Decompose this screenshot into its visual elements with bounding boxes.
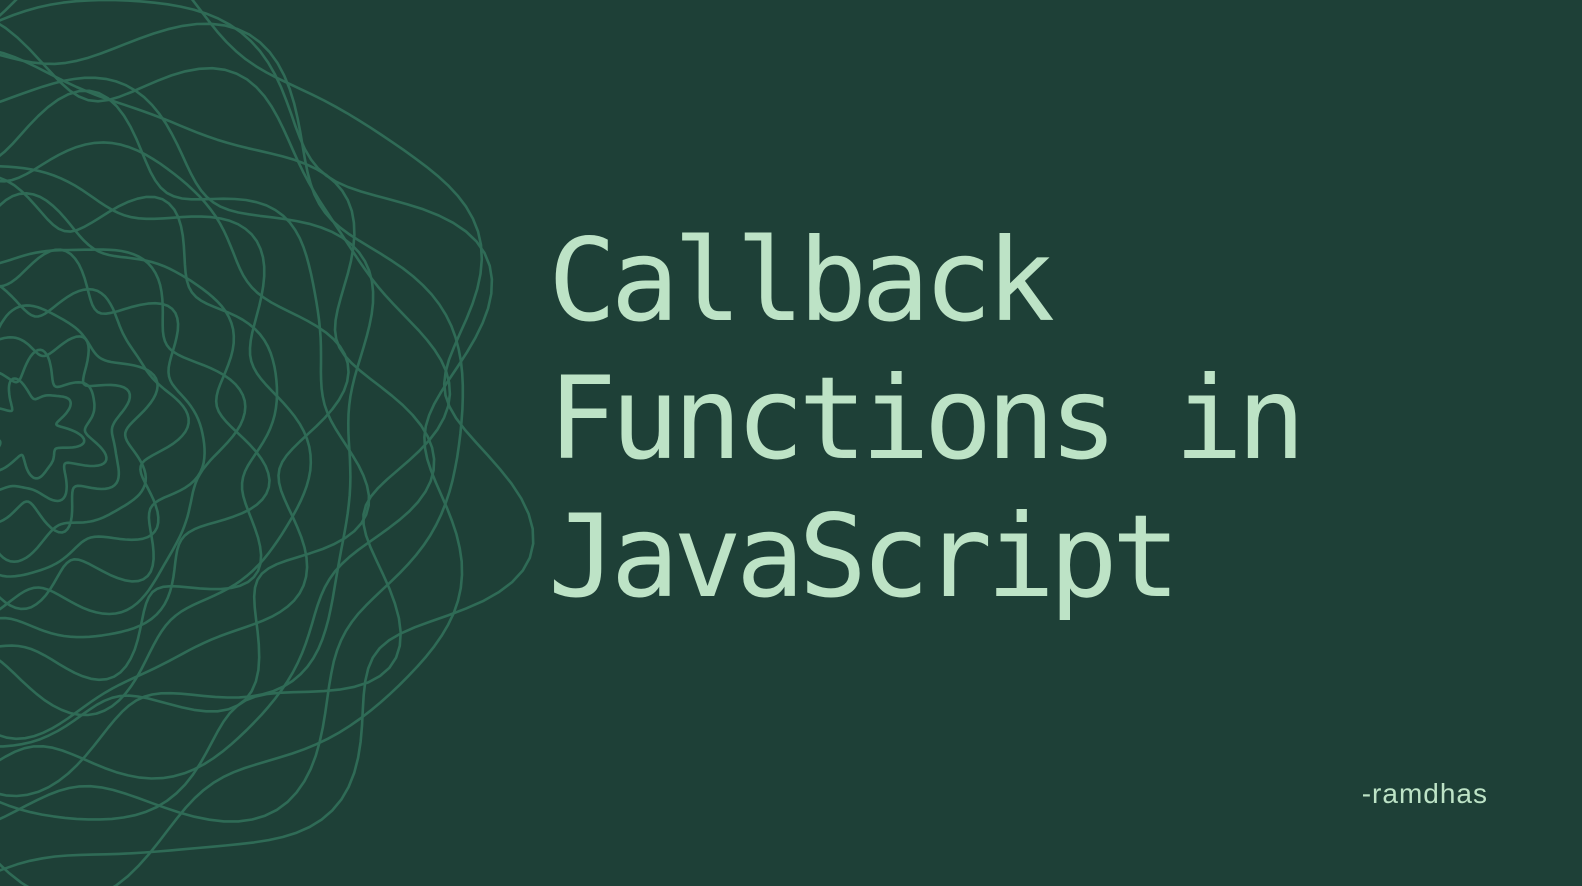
author-signature: -ramdhas <box>1361 778 1488 809</box>
wavy-ring-line <box>0 284 190 578</box>
wavy-ring-line <box>0 0 494 886</box>
wavy-ring-line <box>0 348 108 503</box>
wavy-ring-line <box>0 335 132 534</box>
slide-title: Callback Functions in JavaScript <box>548 212 1306 626</box>
title-line-2: Functions in <box>548 352 1306 485</box>
wavy-ring-line <box>0 50 436 780</box>
wavy-ring-line <box>0 0 535 872</box>
title-line-3: JavaScript <box>548 490 1180 623</box>
title-slide: Callback Functions in JavaScript -ramdha… <box>0 0 1582 886</box>
title-line-1: Callback <box>548 214 1055 347</box>
wavy-ring-line <box>0 192 271 639</box>
